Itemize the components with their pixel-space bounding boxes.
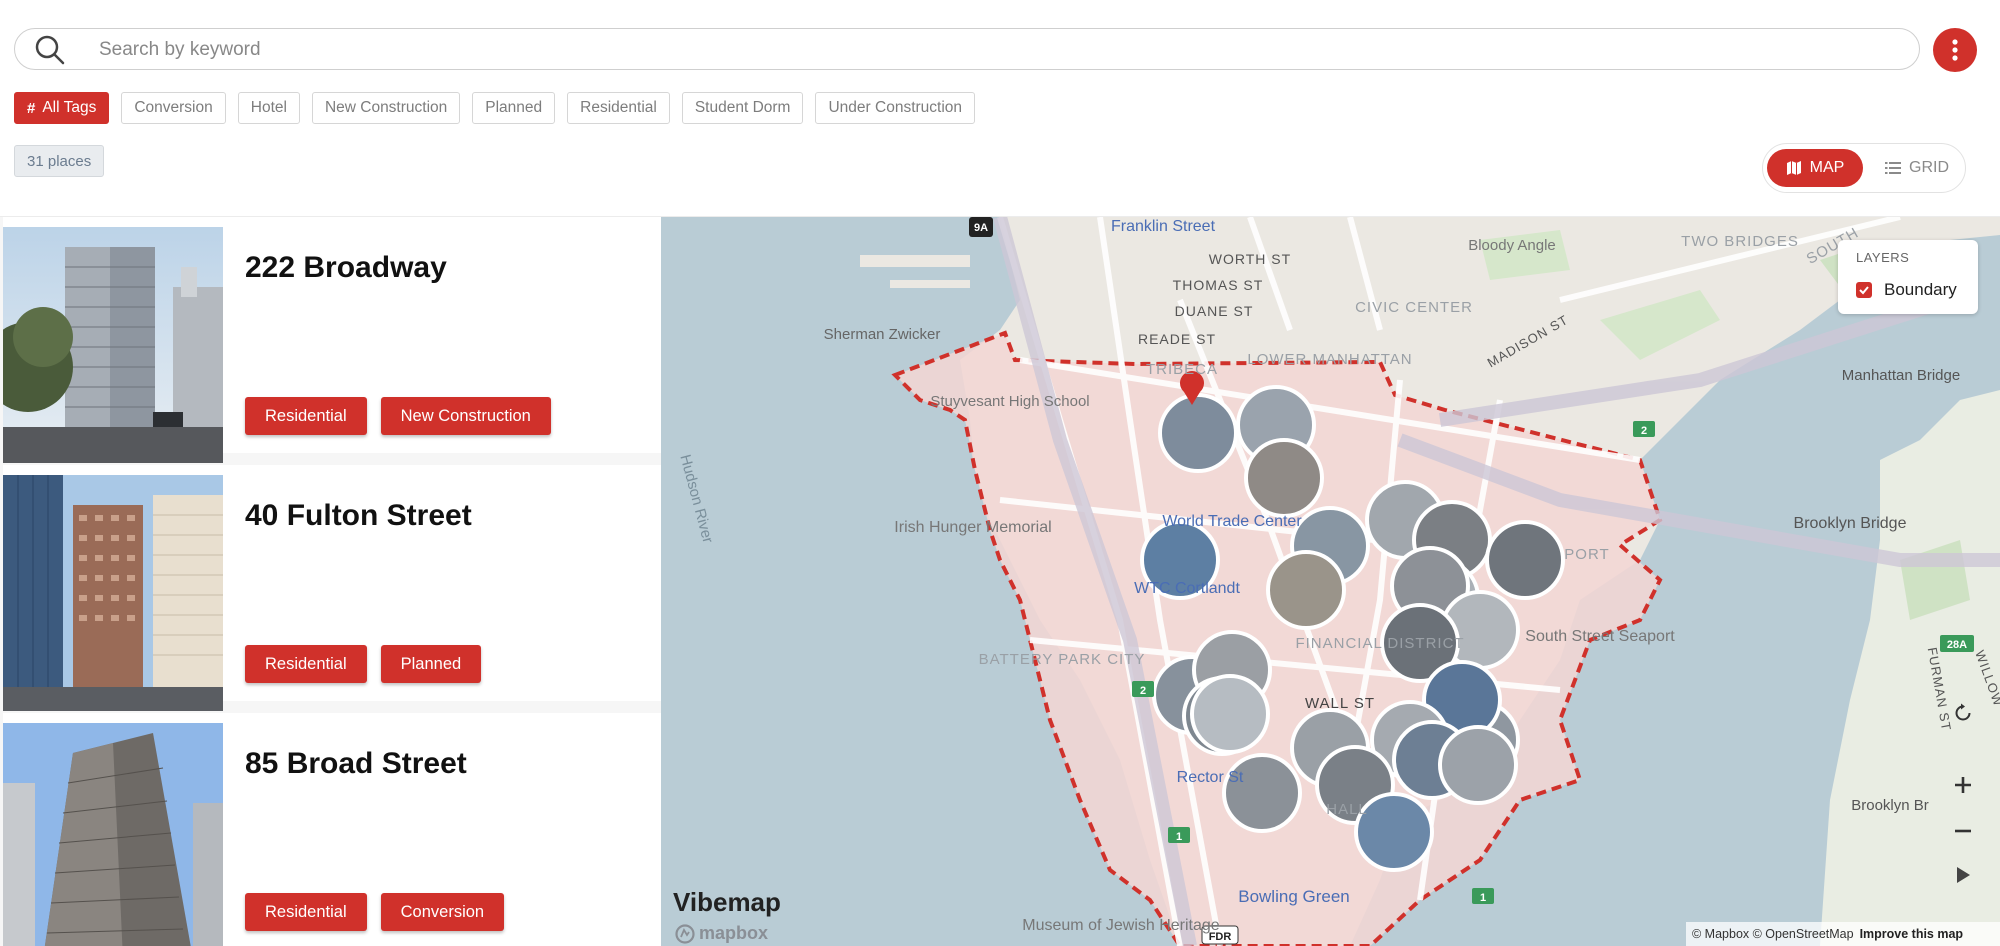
- map-attribution: © Mapbox © OpenStreetMap Improve this ma…: [1686, 922, 2000, 946]
- map-label: Stuyvesant High School: [930, 393, 1089, 410]
- tag-residential[interactable]: Residential: [567, 92, 670, 124]
- mapbox-label: mapbox: [699, 923, 769, 943]
- place-tag-chip[interactable]: Conversion: [380, 893, 505, 931]
- grid-view-label: GRID: [1909, 159, 1949, 176]
- minus-icon: [1955, 829, 1971, 833]
- map-view-label: MAP: [1809, 159, 1845, 176]
- map-label: 28A: [1947, 639, 1967, 651]
- place-tag-chip[interactable]: Residential: [245, 893, 367, 931]
- grid-view-button[interactable]: GRID: [1873, 149, 1961, 187]
- place-photo[interactable]: [3, 723, 223, 946]
- place-tag-chip[interactable]: Residential: [245, 397, 367, 435]
- map-label: Bloody Angle: [1468, 237, 1556, 254]
- map-label: FINANCIAL DISTRICT: [1295, 635, 1464, 652]
- tag-planned[interactable]: Planned: [472, 92, 556, 124]
- mapbox-icon: [675, 923, 695, 944]
- map-label: PORT: [1564, 546, 1609, 563]
- zoom-out-button[interactable]: [1944, 812, 1982, 850]
- map-canvas[interactable]: 9A 2 2 1 1 28A FDR Franklin Street WORTH…: [661, 217, 2000, 946]
- map-label: 2: [1140, 685, 1146, 697]
- place-title[interactable]: 85 Broad Street: [245, 747, 467, 781]
- map-label: South Street Seaport: [1525, 628, 1675, 645]
- place-title[interactable]: 222 Broadway: [245, 251, 447, 285]
- place-tags: Residential Conversion: [245, 893, 505, 931]
- map-label: THOMAS ST: [1173, 277, 1264, 293]
- layers-panel: LAYERS Boundary: [1838, 240, 1978, 314]
- attribution-text: © Mapbox © OpenStreetMap: [1692, 927, 1854, 941]
- tag-hotel[interactable]: Hotel: [237, 92, 300, 124]
- hash-icon: #: [27, 99, 36, 117]
- improve-map-link[interactable]: Improve this map: [1860, 927, 1964, 941]
- map-label: WTC Cortlandt: [1134, 580, 1240, 597]
- place-card[interactable]: 85 Broad Street Residential Conversion: [3, 713, 661, 946]
- tag-all[interactable]: # All Tags: [14, 92, 110, 124]
- map-label: Museum of Jewish Heritage: [1022, 917, 1220, 934]
- tag-new-construction[interactable]: New Construction: [311, 92, 461, 124]
- rotate-icon: [1955, 703, 1971, 721]
- map-label: WALL ST: [1305, 695, 1375, 712]
- map-label: READE ST: [1138, 331, 1216, 347]
- map-label: Brooklyn Br: [1851, 797, 1929, 814]
- map-label: WORTH ST: [1209, 251, 1291, 267]
- boundary-checkbox[interactable]: [1856, 282, 1872, 298]
- map-label: 2: [1641, 425, 1647, 437]
- more-options-button[interactable]: [1933, 28, 1977, 72]
- map-label: Bowling Green: [1238, 887, 1350, 906]
- zoom-in-button[interactable]: [1944, 766, 1982, 804]
- map-label: Irish Hunger Memorial: [894, 519, 1051, 536]
- place-photo[interactable]: [3, 475, 223, 711]
- map-label: HALL: [1326, 801, 1368, 818]
- map-label: World Trade Center: [1162, 513, 1302, 530]
- place-title[interactable]: 40 Fulton Street: [245, 499, 472, 533]
- places-count-badge: 31 places: [14, 145, 105, 177]
- place-tag-chip[interactable]: New Construction: [380, 397, 551, 435]
- tag-conversion[interactable]: Conversion: [121, 92, 226, 124]
- map-label: DUANE ST: [1175, 303, 1254, 319]
- map-label: TRIBECA: [1146, 361, 1218, 378]
- place-tag-chip[interactable]: Planned: [380, 645, 482, 683]
- map-label: LOWER MANHATTAN: [1247, 351, 1412, 368]
- search-icon[interactable]: [35, 35, 65, 70]
- map-label: 9A: [974, 222, 988, 234]
- place-card[interactable]: 222 Broadway Residential New Constructio…: [3, 217, 661, 463]
- map-label: TWO BRIDGES: [1681, 233, 1799, 250]
- search-bar: [14, 28, 1920, 70]
- place-card[interactable]: 40 Fulton Street Residential Planned: [3, 465, 661, 711]
- map-label: 1: [1176, 831, 1182, 843]
- map-label: Franklin Street: [1111, 218, 1216, 235]
- navigation-icon: [1957, 867, 1970, 883]
- places-list[interactable]: 222 Broadway Residential New Constructio…: [0, 217, 661, 946]
- boundary-label[interactable]: Boundary: [1884, 280, 1957, 300]
- view-toggle: MAP GRID: [1762, 143, 1966, 193]
- tag-filter-bar: # All Tags Conversion Hotel New Construct…: [14, 92, 976, 124]
- map-label: Brooklyn Bridge: [1794, 515, 1907, 532]
- map-label: Rector St: [1177, 769, 1244, 786]
- map-view[interactable]: 9A 2 2 1 1 28A FDR Franklin Street WORTH…: [661, 217, 2000, 946]
- map-label: Manhattan Bridge: [1842, 367, 1960, 384]
- layers-title: LAYERS: [1856, 250, 1910, 265]
- tag-all-label: All Tags: [42, 99, 97, 116]
- plus-icon: [1955, 777, 1971, 793]
- list-icon: [1885, 162, 1901, 174]
- reset-bearing-button[interactable]: [1944, 694, 1982, 732]
- tag-student-dorm[interactable]: Student Dorm: [681, 92, 804, 124]
- search-input[interactable]: [97, 35, 1801, 65]
- check-icon: [1859, 286, 1869, 295]
- place-tags: Residential New Construction: [245, 397, 551, 435]
- tag-under-construction[interactable]: Under Construction: [815, 92, 976, 124]
- vibemap-logo: Vibemap: [673, 887, 781, 917]
- map-label: CIVIC CENTER: [1355, 299, 1473, 316]
- more-vertical-icon: [1952, 39, 1958, 61]
- map-view-button[interactable]: MAP: [1767, 149, 1863, 187]
- map-label: Sherman Zwicker: [824, 326, 941, 343]
- mapbox-logo: mapbox: [675, 923, 768, 944]
- compass-button[interactable]: [1944, 856, 1982, 894]
- map-label: BATTERY PARK CITY: [979, 651, 1146, 668]
- place-tags: Residential Planned: [245, 645, 482, 683]
- place-photo[interactable]: [3, 227, 223, 463]
- map-label: 1: [1480, 892, 1486, 904]
- map-icon: [1786, 161, 1801, 175]
- place-tag-chip[interactable]: Residential: [245, 645, 367, 683]
